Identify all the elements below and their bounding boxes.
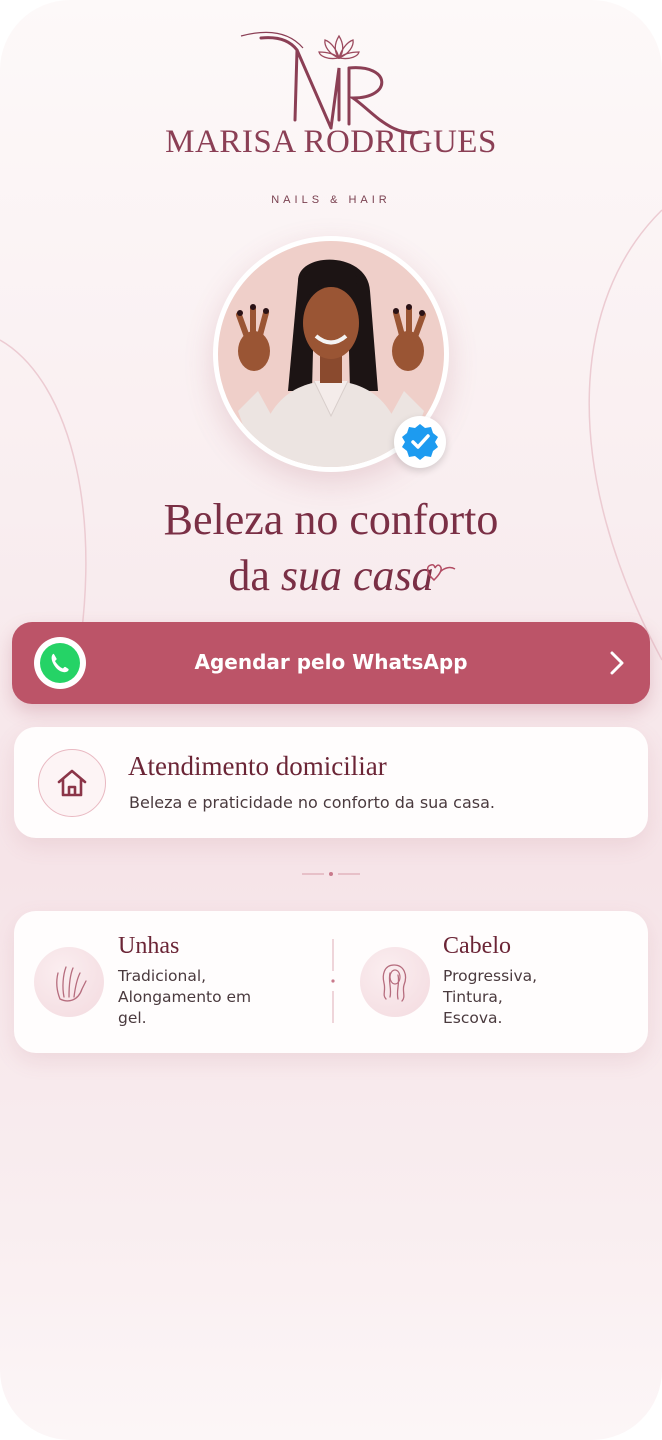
house-icon [38,749,106,817]
headline-line-1: Beleza no conforto [163,495,499,544]
category-title-unhas: Unhas [118,933,180,959]
headline-line-2-regular: da [228,551,270,600]
category-desc-unhas: Tradicional, Alongamento em gel. [118,966,251,1029]
app-screen: MARISA RODRIGUES NAILS & HAIR Beleza no … [0,0,662,1440]
whatsapp-schedule-button[interactable]: Agendar pelo WhatsApp [12,622,650,704]
category-item: Escova. [443,1009,503,1027]
verified-badge-icon [394,416,446,468]
section-divider [302,872,360,876]
headline: Beleza no conforto da sua casa [0,492,662,604]
headline-line-2-italic: sua casa [280,551,434,600]
category-item: Alongamento em [118,988,252,1006]
decorative-arcs [0,209,662,701]
category-desc-cabelo: Progressiva, Tintura, Escova. [443,966,537,1029]
category-item: Tintura, [443,988,503,1006]
home-service-card: Atendimento domiciliar Beleza e praticid… [14,727,648,838]
services-categories-card: Unhas Tradicional, Alongamento em gel. C… [14,911,648,1053]
category-title-cabelo: Cabelo [443,933,511,959]
nails-hand-icon [34,947,104,1017]
category-separator [331,939,335,1023]
category-item: Progressiva, [443,967,538,985]
hair-icon [360,947,430,1017]
category-item: Tradicional, [118,967,207,985]
heart-icon [426,564,456,582]
headline-line-2: da sua casa [0,548,662,604]
service-title: Atendimento domiciliar [128,751,387,781]
brand-name: MARISA RODRIGUES [165,124,497,160]
whatsapp-button-label: Agendar pelo WhatsApp [194,650,468,674]
category-item: gel. [118,1009,147,1027]
chevron-right-icon [610,651,624,675]
service-description: Beleza e praticidade no conforto da sua … [129,793,496,812]
brand-tagline: NAILS & HAIR [271,194,391,206]
